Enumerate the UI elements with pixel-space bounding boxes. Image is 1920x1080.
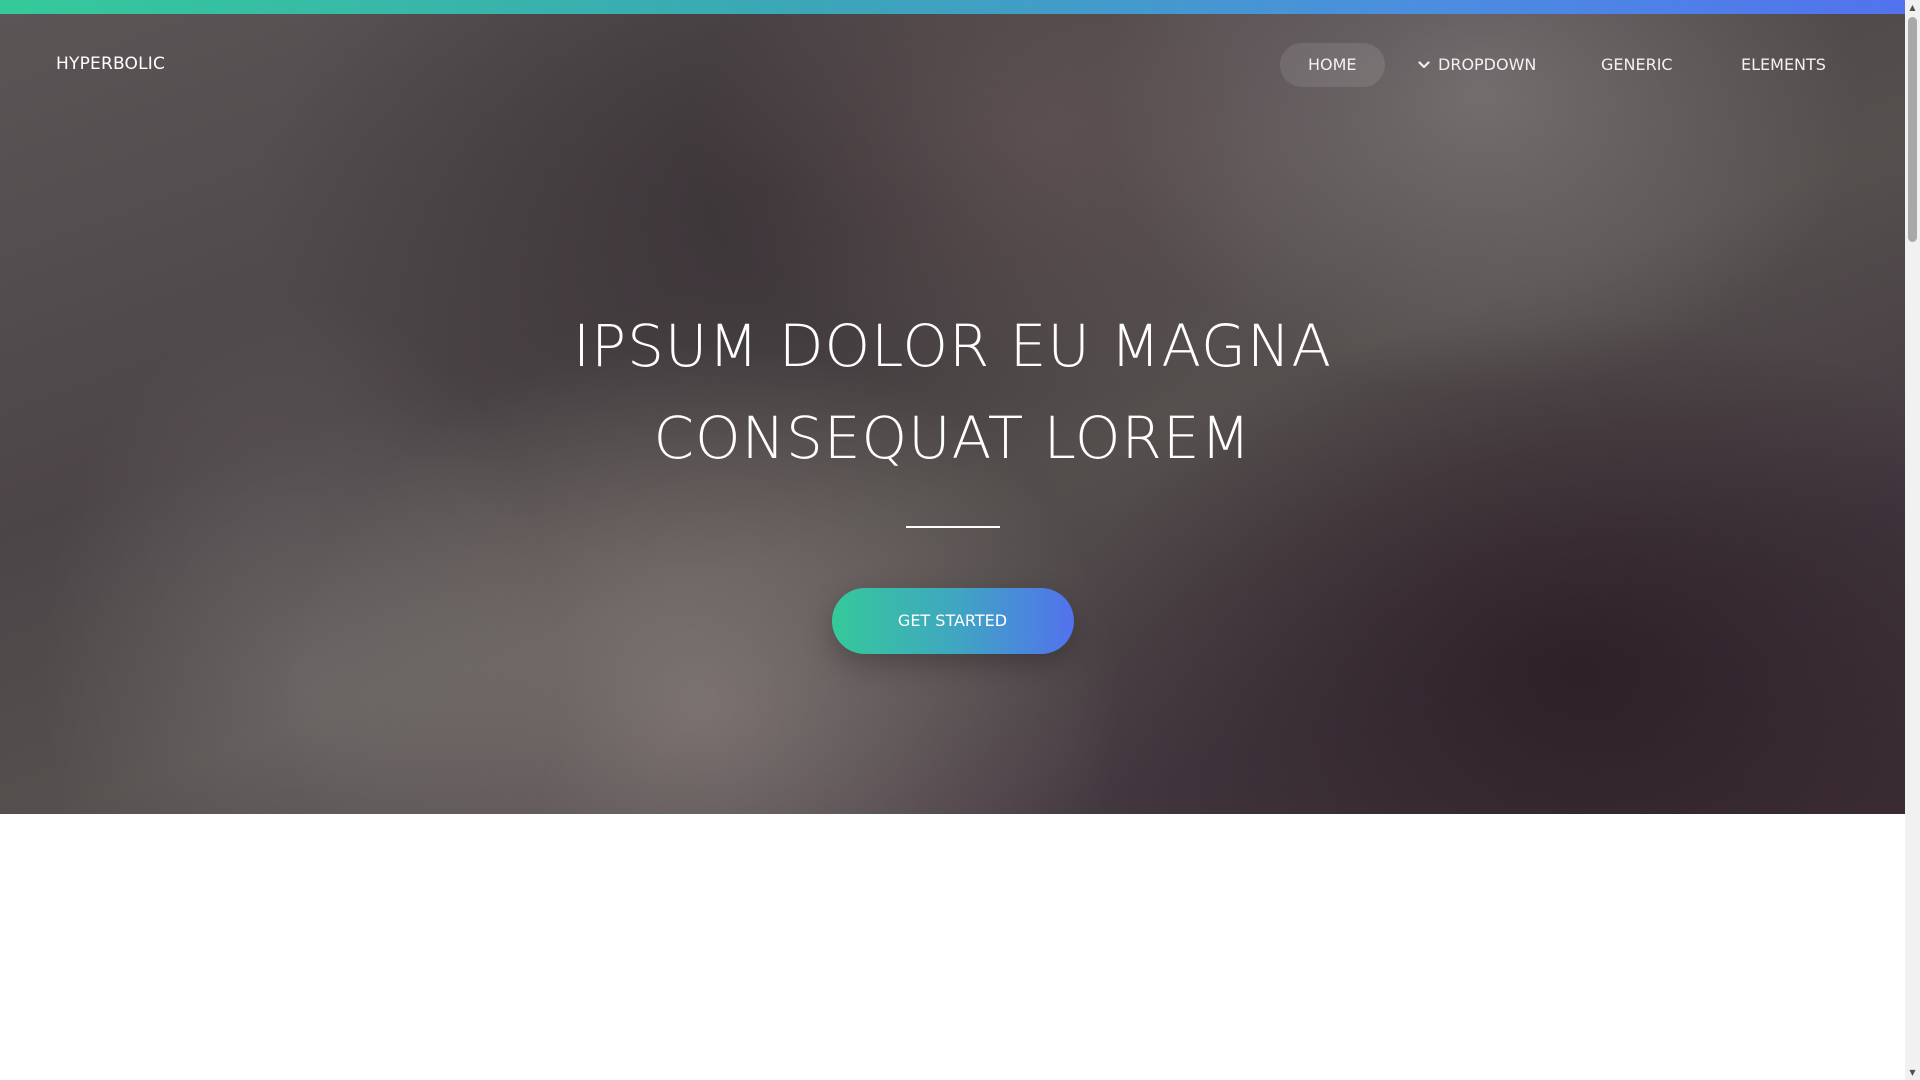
hero-title-line-1: IPSUM DOLOR EU MAGNA [572, 312, 1333, 380]
scrollbar-thumb[interactable] [1908, 17, 1917, 242]
nav-item-home-label: HOME [1308, 55, 1357, 74]
top-accent-bar [0, 0, 1905, 14]
hero-divider [905, 526, 1000, 528]
nav-item-home[interactable]: HOME [1280, 43, 1385, 87]
scroll-up-arrow-icon[interactable]: ▲ [1905, 0, 1920, 15]
nav-item-dropdown-label: DROPDOWN [1438, 55, 1537, 74]
browser-viewport: HYPERBOLIC HOME DROPDOWN GENERIC ELEMENT… [0, 0, 1920, 1080]
site-logo[interactable]: HYPERBOLIC [56, 54, 165, 74]
nav-item-generic-label: GENERIC [1601, 55, 1673, 74]
hero-content: IPSUM DOLOR EU MAGNA CONSEQUAT LOREM GET… [0, 300, 1905, 654]
nav-item-generic[interactable]: GENERIC [1601, 43, 1673, 87]
hero-title: IPSUM DOLOR EU MAGNA CONSEQUAT LOREM [503, 300, 1403, 484]
chevron-down-icon [1418, 42, 1430, 86]
site-header: HYPERBOLIC HOME DROPDOWN GENERIC ELEMENT… [0, 14, 1905, 114]
page: HYPERBOLIC HOME DROPDOWN GENERIC ELEMENT… [0, 0, 1905, 1080]
scroll-down-arrow-icon[interactable]: ▼ [1905, 1065, 1920, 1080]
vertical-scrollbar[interactable]: ▲ ▼ [1905, 0, 1920, 1080]
hero-title-line-2: CONSEQUAT LOREM [653, 404, 1252, 472]
main-nav: HOME DROPDOWN GENERIC ELEMENTS [1280, 43, 1905, 87]
get-started-button[interactable]: GET STARTED [831, 588, 1074, 654]
nav-item-elements-label: ELEMENTS [1741, 55, 1826, 74]
nav-item-dropdown[interactable]: DROPDOWN [1418, 43, 1536, 87]
nav-item-elements[interactable]: ELEMENTS [1741, 43, 1826, 87]
